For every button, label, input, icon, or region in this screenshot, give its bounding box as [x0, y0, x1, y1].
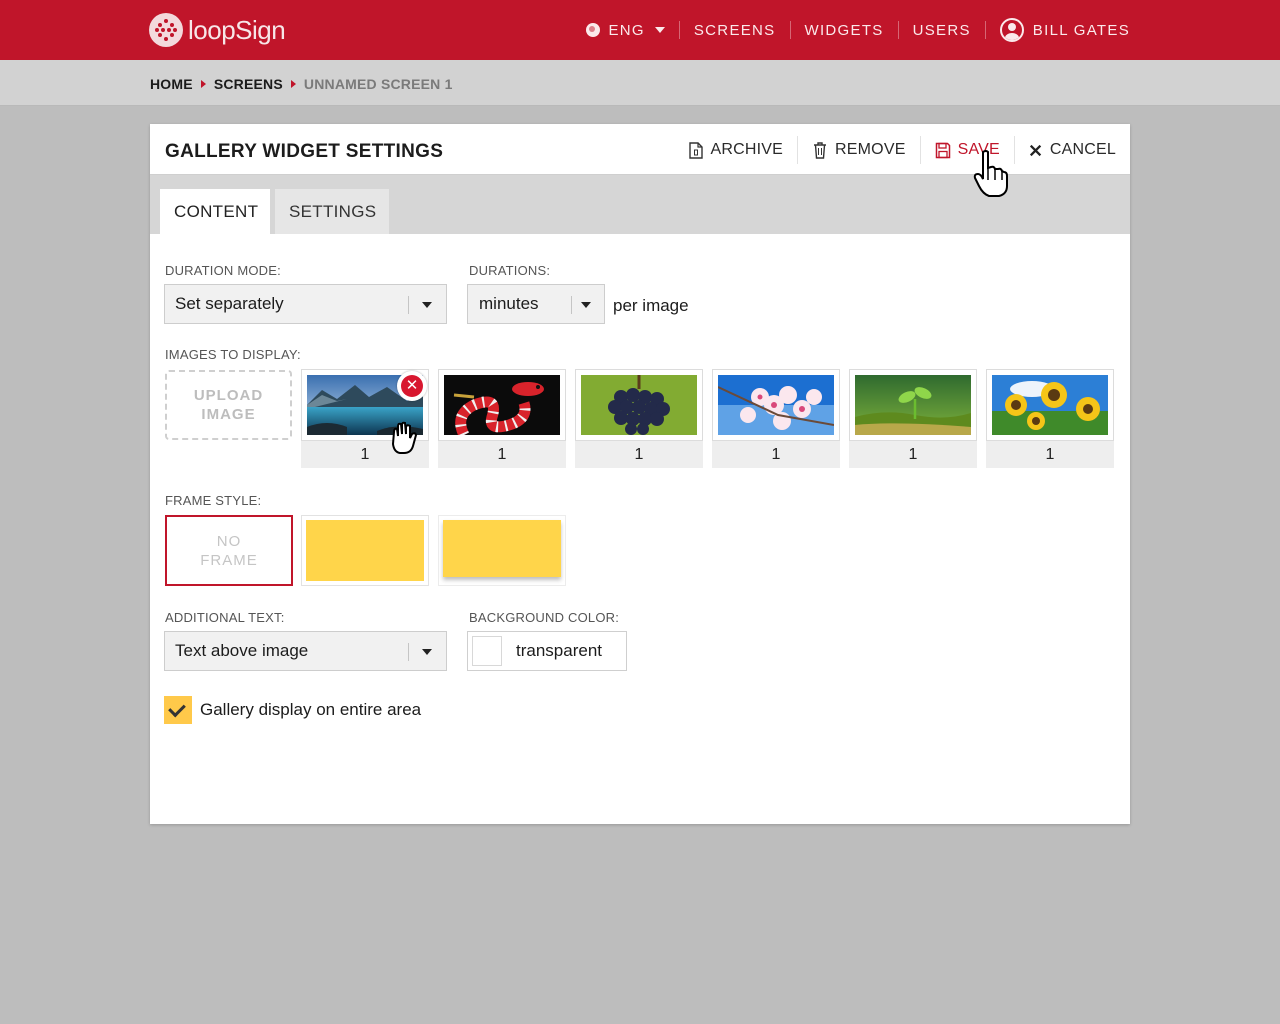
breadcrumb-screens[interactable]: SCREENS [214, 76, 283, 92]
tab-content[interactable]: CONTENT [160, 189, 270, 234]
nav-widgets[interactable]: WIDGETS [791, 19, 898, 41]
durations-label: DURATIONS: [469, 263, 551, 278]
user-menu[interactable]: BILL GATES [986, 18, 1130, 42]
brand-logo[interactable]: loopSign [149, 13, 286, 47]
remove-label: REMOVE [835, 141, 906, 158]
image-duration-value[interactable]: 1 [575, 441, 703, 468]
durations-unit-select[interactable]: minutes [467, 284, 605, 324]
main-nav: ENG SCREENS WIDGETS USERS BILL GATES [572, 0, 1130, 60]
loopsign-logo-icon [149, 13, 183, 47]
gallery-image-item[interactable]: 1 [986, 369, 1114, 468]
frame-option-shadow[interactable] [438, 515, 566, 586]
snake-image [444, 375, 560, 435]
panel-actions: ARCHIVE REMOVE SAVE CANCEL [674, 136, 1131, 164]
nav-screens[interactable]: SCREENS [680, 19, 790, 41]
gallery-image-item[interactable]: 1 [438, 369, 566, 468]
no-frame-label: NO FRAME [200, 532, 258, 569]
frame-option-none[interactable]: NO FRAME [165, 515, 293, 586]
gallery-entire-area-checkbox[interactable] [164, 696, 192, 724]
close-icon: ✕ [401, 375, 423, 397]
trash-icon [814, 141, 827, 159]
language-selector[interactable]: ENG [572, 19, 678, 41]
archive-label: ARCHIVE [710, 141, 784, 158]
color-swatch [472, 636, 502, 666]
top-navigation-bar: loopSign ENG SCREENS WIDGETS USERS BILL … [0, 0, 1280, 60]
nav-users[interactable]: USERS [899, 19, 985, 41]
globe-icon [586, 23, 601, 37]
image-thumbnail-frame [712, 369, 840, 441]
image-duration-value[interactable]: 1 [712, 441, 840, 468]
archive-file-icon [688, 141, 703, 159]
duration-mode-label: DURATION MODE: [165, 263, 281, 278]
additional-text-label: ADDITIONAL TEXT: [165, 610, 285, 625]
image-thumbnail-frame [438, 369, 566, 441]
archive-button[interactable]: ARCHIVE [674, 136, 798, 164]
background-color-label: BACKGROUND COLOR: [469, 610, 620, 625]
gallery-entire-area-label: Gallery display on entire area [200, 700, 422, 719]
remove-button[interactable]: REMOVE [798, 136, 920, 164]
chevron-down-icon [654, 27, 665, 33]
chevron-down-icon [422, 302, 432, 308]
breadcrumb-bar: HOME SCREENS UNNAMED SCREEN 1 [0, 60, 1280, 106]
close-icon [1029, 144, 1042, 156]
breadcrumb-current: UNNAMED SCREEN 1 [303, 76, 453, 92]
language-label: ENG [608, 21, 645, 39]
select-divider [408, 643, 409, 661]
images-label: IMAGES TO DISPLAY: [165, 347, 301, 362]
upload-image-button[interactable]: UPLOAD IMAGE [165, 370, 292, 440]
pointer-hand-cursor-icon [973, 150, 1008, 197]
gallery-image-item[interactable]: 1 [712, 369, 840, 468]
grapes-image [581, 375, 697, 435]
select-divider [408, 296, 409, 314]
remove-image-button[interactable]: ✕ [397, 371, 427, 401]
grab-hand-cursor-icon [391, 421, 418, 454]
duration-mode-select[interactable]: Set separately [164, 284, 447, 324]
user-avatar-icon [999, 18, 1024, 42]
image-thumbnail-frame [849, 369, 977, 441]
cherry-blossom-image [718, 375, 834, 435]
panel-title: GALLERY WIDGET SETTINGS [165, 141, 444, 162]
duration-mode-value: Set separately [175, 294, 284, 313]
background-color-value: transparent [516, 641, 602, 660]
floppy-disk-icon [935, 142, 950, 158]
gallery-image-item[interactable]: 1 [849, 369, 977, 468]
chevron-down-icon [581, 302, 591, 308]
chevron-down-icon [422, 649, 432, 655]
image-duration-value[interactable]: 1 [438, 441, 566, 468]
additional-text-select[interactable]: Text above image [164, 631, 447, 671]
image-thumbnail-frame [986, 369, 1114, 441]
frame-swatch [443, 520, 561, 577]
seedling-image [855, 375, 971, 435]
cancel-button[interactable]: CANCEL [1015, 136, 1130, 164]
user-name: BILL GATES [1032, 21, 1130, 39]
durations-unit-value: minutes [479, 294, 539, 313]
frame-style-label: FRAME STYLE: [165, 493, 262, 508]
brand-name: loopSign [188, 14, 286, 45]
breadcrumb-arrow-icon [290, 80, 296, 88]
widget-settings-panel: GALLERY WIDGET SETTINGS ARCHIVE REMOVE S… [150, 124, 1130, 824]
breadcrumb-home[interactable]: HOME [150, 76, 193, 92]
frame-option-border[interactable] [301, 515, 429, 586]
select-divider [571, 296, 572, 314]
gallery-image-item[interactable]: 1 [575, 369, 703, 468]
breadcrumb-arrow-icon [200, 80, 206, 88]
gallery-entire-area-option[interactable]: Gallery display on entire area [164, 696, 421, 724]
image-duration-value[interactable]: 1 [986, 441, 1114, 468]
tab-settings[interactable]: SETTINGS [275, 189, 389, 234]
upload-image-label: UPLOAD IMAGE [193, 387, 264, 423]
image-duration-value[interactable]: 1 [849, 441, 977, 468]
sunflowers-image [992, 375, 1108, 435]
cancel-label: CANCEL [1049, 141, 1116, 158]
additional-text-value: Text above image [175, 641, 309, 660]
breadcrumb: HOME SCREENS UNNAMED SCREEN 1 [150, 76, 453, 92]
image-thumbnail-frame [575, 369, 703, 441]
per-image-text: per image [613, 296, 689, 315]
background-color-picker[interactable]: transparent [467, 631, 627, 671]
frame-swatch [306, 520, 424, 581]
